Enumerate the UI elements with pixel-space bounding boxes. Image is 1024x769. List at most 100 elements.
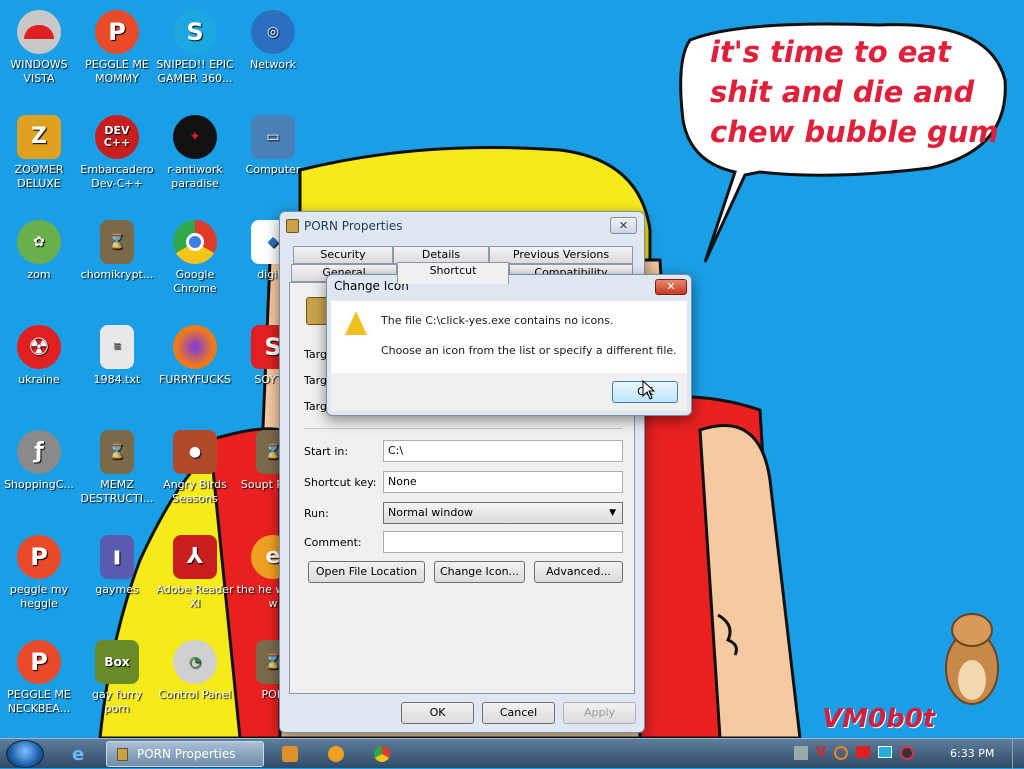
desktop-icon-ukraine[interactable]: ☢ ukraine [0, 325, 78, 387]
tray-icon-1[interactable] [794, 746, 808, 760]
desktop-icon-label: Network [250, 58, 296, 71]
chrome-icon [374, 746, 390, 762]
desktop-icon-gaymes[interactable]: ❚ gaymes [78, 535, 156, 597]
tray-search-icon[interactable] [834, 746, 849, 760]
ok-button[interactable]: OK [401, 702, 474, 724]
dialog-footer: OK [331, 373, 687, 411]
taskbar-ie-button[interactable]: e [62, 741, 100, 767]
desktop-icon-gay-furry-porn[interactable]: Box gay furry porn [78, 640, 156, 716]
desktop-icon-peggle-me-mommy[interactable]: P PEGGLE ME MOMMY [78, 10, 156, 86]
desktop-icon-chomikrypt[interactable]: ⌛ chomikrypt... [78, 220, 156, 282]
change-icon-button[interactable]: Change Icon... [434, 561, 525, 583]
window-title: PORN Properties [304, 219, 403, 233]
desktop-icon-zoomer-deluxe[interactable]: Z ZOOMER DELUXE [0, 115, 78, 191]
desktop-icon-label: chomikrypt... [80, 268, 154, 281]
tray-volume-icon[interactable] [900, 746, 915, 760]
zuma-icon: Z [17, 115, 61, 159]
peggle-icon: P [95, 10, 139, 54]
desktop-icon-label: PEGGLE ME NECKBEA... [7, 688, 71, 715]
devcpp-icon: DEV C++ [95, 115, 139, 159]
desktop-icon-label: SNIPED!! EPIC GAMER 360... [156, 58, 234, 85]
tray-flag-icon[interactable] [856, 746, 871, 758]
desktop-icon-label: Computer [245, 163, 301, 176]
tab-shortcut[interactable]: Shortcut [397, 262, 509, 284]
desktop-icon-1984-txt[interactable]: ≡ 1984.txt [78, 325, 156, 387]
desktop-icon-label: peggle my heggle [9, 583, 69, 610]
desktop-icon-control-panel[interactable]: ◔ Control Panel [156, 640, 234, 702]
flower-icon: ✿ [17, 220, 61, 264]
tab-security[interactable]: Security [293, 246, 393, 264]
media-player-icon [282, 746, 298, 762]
desktop-icon-computer[interactable]: ▭ Computer [234, 115, 312, 177]
desktop-icon-label: FURRYFUCKS [159, 373, 231, 386]
control-panel-icon: ◔ [173, 640, 217, 684]
skype-icon: S [173, 10, 217, 54]
desktop-icon-label: gaymes [95, 583, 139, 596]
close-button[interactable]: ✕ [610, 217, 637, 234]
desktop-icon-peggle-me-neckbeard[interactable]: P PEGGLE ME NECKBEA... [0, 640, 78, 716]
shortcut-key-input[interactable]: None [383, 471, 623, 493]
antiwork-icon: ✦ [173, 115, 217, 159]
shortcut-icon [286, 219, 299, 233]
close-button[interactable]: ✕ [655, 279, 687, 295]
taskbar-media-button[interactable] [276, 741, 304, 767]
pdf-icon: ⅄ [173, 535, 217, 579]
tab-previous-versions[interactable]: Previous Versions [489, 246, 633, 264]
desktop-icon-antiwork[interactable]: ✦ r-antiwork paradise [156, 115, 234, 191]
cancel-button[interactable]: Cancel [482, 702, 555, 724]
taskbar-paint-button[interactable] [322, 741, 350, 767]
mouse-cursor-icon [642, 380, 656, 400]
start-button[interactable] [6, 740, 44, 768]
desktop-icon-zom[interactable]: ✿ zom [0, 220, 78, 282]
angry-birds-icon: ● [173, 430, 217, 474]
tray-v-icon[interactable]: V [816, 746, 826, 760]
desktop-icon-label: Adobe Reader XI [156, 583, 234, 610]
desktop-icon-label: PEGGLE ME MOMMY [85, 58, 149, 85]
games-icon: ❚ [100, 535, 134, 579]
peggle-icon: P [17, 640, 61, 684]
advanced-button[interactable]: Advanced... [534, 561, 623, 583]
computer-icon: ▭ [251, 115, 295, 159]
desktop-icon-windows-vista[interactable]: WINDOWS VISTA [0, 10, 78, 86]
taskbar-porn-properties-button[interactable]: PORN Properties [106, 741, 264, 767]
desktop-icon-label: ZOOMER DELUXE [14, 163, 64, 190]
desktop-icon-google-chrome[interactable]: Google Chrome [156, 220, 234, 296]
desktop-icon-label: r-antiwork paradise [167, 163, 223, 190]
text-file-icon: ≡ [100, 325, 134, 369]
desktop-icon-label: MEMZ DESTRUCTI... [80, 478, 154, 505]
chevron-down-icon: ▼ [609, 508, 616, 518]
desktop-icon-sniped[interactable]: S SNIPED!! EPIC GAMER 360... [156, 10, 234, 86]
desktop-icon-network[interactable]: ◎ Network [234, 10, 312, 72]
apply-button[interactable]: Apply [563, 702, 636, 724]
desktop-icon-label: ukraine [18, 373, 60, 386]
taskbar-clock[interactable]: 6:33 PM [950, 747, 994, 760]
desktop-icon-furryfucks[interactable]: FURRYFUCKS [156, 325, 234, 387]
system-tray: V [794, 746, 915, 760]
tray-monitor-icon[interactable] [878, 746, 893, 758]
change-icon-dialog: Change Icon ✕ The file C:\click-yes.exe … [326, 274, 692, 416]
open-file-location-button[interactable]: Open File Location [308, 561, 425, 583]
show-desktop-button[interactable] [1012, 739, 1024, 769]
desktop-icon-peggle-my-heggle[interactable]: Ppeggle my heggle [0, 535, 78, 611]
desktop-icon-label: Google Chrome [173, 268, 217, 295]
desktop-icon-memz[interactable]: ⌛ MEMZ DESTRUCTI... [78, 430, 156, 506]
dialog-message-1: The file C:\click-yes.exe contains no ic… [381, 314, 614, 327]
desktop-icon-label: WINDOWS VISTA [10, 58, 68, 85]
network-icon: ◎ [251, 10, 295, 54]
comment-input[interactable] [383, 531, 623, 553]
run-select[interactable]: Normal window ▼ [383, 502, 623, 524]
divider [304, 428, 622, 429]
start-in-input[interactable]: C:\ [383, 440, 623, 462]
mushroom-icon [17, 10, 61, 54]
taskbar-button-label: PORN Properties [137, 747, 236, 761]
desktop-icon-label: Embarcadero Dev-C++ [80, 163, 154, 190]
comment-label: Comment: [304, 536, 362, 549]
chrome-icon [173, 220, 217, 264]
desktop-icon-label: ShoppingC... [4, 478, 74, 491]
taskbar-chrome-button[interactable] [368, 741, 396, 767]
desktop-icon-adobe-reader[interactable]: ⅄ Adobe Reader XI [156, 535, 234, 611]
desktop-icon-angry-birds[interactable]: ● Angry Birds Seasons [156, 430, 234, 506]
dialog-message-2: Choose an icon from the list or specify … [381, 344, 677, 357]
desktop-icon-dev-cpp[interactable]: DEV C++ Embarcadero Dev-C++ [78, 115, 156, 191]
desktop-icon-shopping[interactable]: ƒ ShoppingC... [0, 430, 78, 492]
